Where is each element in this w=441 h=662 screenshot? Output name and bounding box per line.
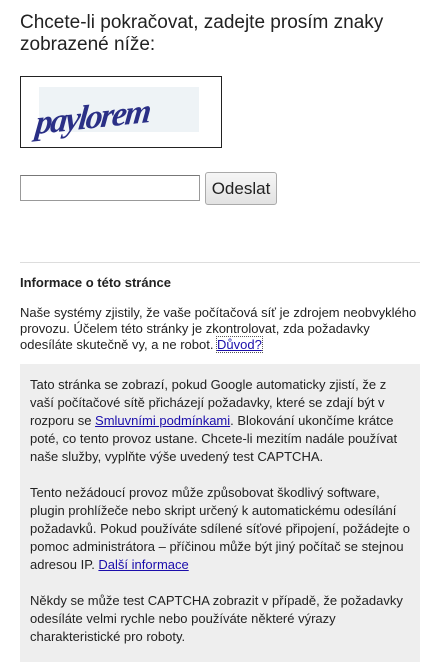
captcha-distorted-text: paylorem bbox=[31, 92, 153, 143]
page-heading: Chcete-li pokračovat, zadejte prosím zna… bbox=[20, 12, 384, 55]
more-info-link[interactable]: Další informace bbox=[98, 557, 188, 572]
details-paragraph-1: Tato stránka se zobrazí, pokud Google au… bbox=[30, 376, 410, 466]
details-paragraph-2: Tento nežádoucí provoz může způsobovat š… bbox=[30, 484, 410, 574]
page-content: Chcete-li pokračovat, zadejte prosím zna… bbox=[20, 8, 420, 353]
info-intro: Naše systémy zjistily, že vaše počítačov… bbox=[20, 305, 420, 353]
details-box: Tato stránka se zobrazí, pokud Google au… bbox=[20, 364, 420, 662]
captcha-image: paylorem bbox=[20, 76, 222, 148]
info-title: Informace o této stránce bbox=[20, 275, 171, 290]
divider bbox=[20, 262, 420, 263]
captcha-text: paylorem bbox=[31, 92, 153, 143]
terms-link[interactable]: Smluvními podmínkami bbox=[95, 413, 230, 428]
captcha-form: Odeslat bbox=[20, 172, 420, 205]
details-p2-before: Tento nežádoucí provoz může způsobovat š… bbox=[30, 485, 410, 572]
captcha-input[interactable] bbox=[20, 175, 200, 201]
why-link[interactable]: Důvod? bbox=[216, 336, 263, 353]
submit-button[interactable]: Odeslat bbox=[205, 172, 277, 205]
details-paragraph-3: Někdy se může test CAPTCHA zobrazit v př… bbox=[30, 593, 403, 644]
